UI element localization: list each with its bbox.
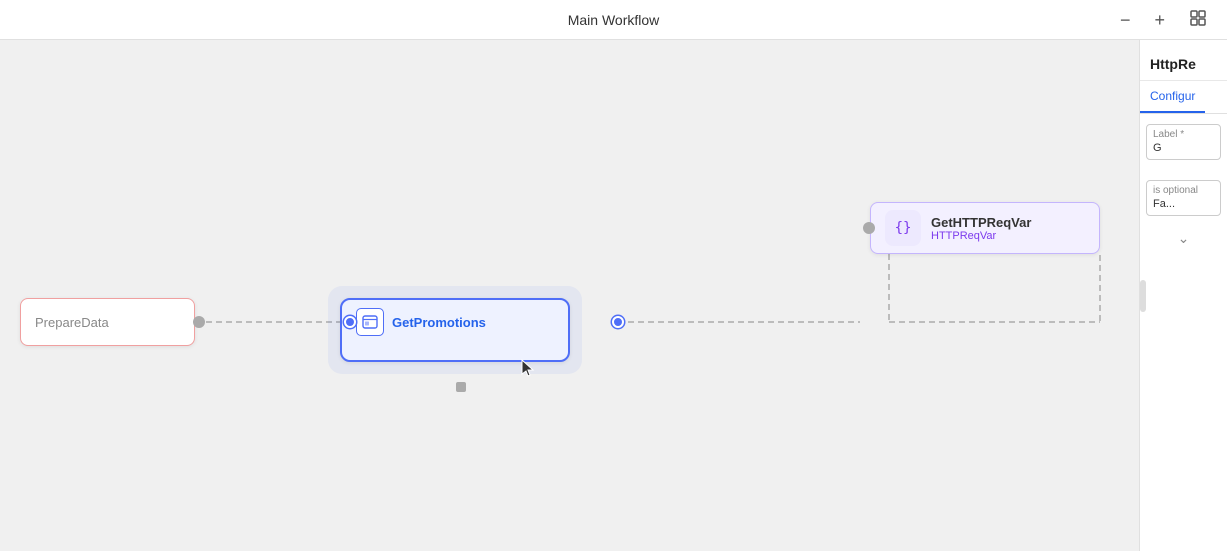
label-field[interactable]: Label * G xyxy=(1146,124,1221,160)
node-get-promotions[interactable]: GetPromotions xyxy=(340,298,570,362)
optional-field-value: Fa... xyxy=(1153,198,1175,210)
title-bar: Main Workflow − + xyxy=(0,0,1227,40)
http-req-label: GetHTTPReqVar xyxy=(931,215,1031,230)
get-promotions-inner: GetPromotions xyxy=(356,308,486,336)
http-req-text: GetHTTPReqVar HTTPReqVar xyxy=(931,215,1031,242)
node-prepare-data[interactable]: PrepareData xyxy=(20,298,195,346)
right-panel-tabs: Configur xyxy=(1140,81,1227,114)
configure-tab[interactable]: Configur xyxy=(1140,81,1205,113)
http-req-icon: {} xyxy=(885,210,921,246)
right-panel-title: HttpRe xyxy=(1150,56,1196,72)
http-req-left-handle[interactable] xyxy=(863,222,875,234)
main-layout: PrepareData GetPromotions xyxy=(0,40,1227,551)
get-promotions-icon xyxy=(356,308,384,336)
get-promotions-right-handle[interactable] xyxy=(612,316,624,328)
title-bar-actions: − + xyxy=(1116,7,1211,32)
label-field-value: G xyxy=(1153,142,1162,154)
node-get-http-req-var[interactable]: {} GetHTTPReqVar HTTPReqVar xyxy=(870,202,1100,254)
workflow-title: Main Workflow xyxy=(568,12,660,28)
minimize-button[interactable]: − xyxy=(1116,9,1135,31)
selection-resize-handle[interactable] xyxy=(456,382,466,392)
add-button[interactable]: + xyxy=(1150,9,1169,31)
label-field-label: Label * xyxy=(1153,129,1214,140)
get-promotions-label: GetPromotions xyxy=(392,315,486,330)
canvas-area[interactable]: PrepareData GetPromotions xyxy=(0,40,1139,551)
panel-resize-handle[interactable] xyxy=(1140,280,1146,312)
optional-field[interactable]: is optional Fa... xyxy=(1146,180,1221,216)
expand-button[interactable] xyxy=(1185,7,1211,32)
panel-chevron-down[interactable]: ⌄ xyxy=(1140,226,1227,251)
prepare-data-right-handle[interactable] xyxy=(193,316,205,328)
http-req-sublabel: HTTPReqVar xyxy=(931,230,1031,242)
get-promotions-left-handle[interactable] xyxy=(344,316,356,328)
right-panel-header: HttpRe xyxy=(1140,40,1227,81)
node-prepare-label: PrepareData xyxy=(35,315,109,330)
optional-field-label: is optional xyxy=(1153,185,1214,196)
right-panel: HttpRe Configur Label * G is optional Fa… xyxy=(1139,40,1227,551)
